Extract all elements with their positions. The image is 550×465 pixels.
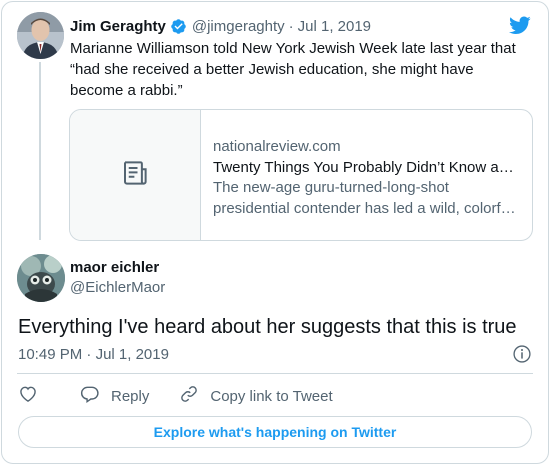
like-button[interactable] <box>18 384 38 408</box>
author-handle[interactable]: @EichlerMaor <box>70 279 165 296</box>
avatar-jim-geraghty[interactable] <box>17 12 64 59</box>
tweet-date: Jul 1, 2019 <box>95 346 169 363</box>
link-domain: nationalreview.com <box>213 138 341 155</box>
reply-icon <box>80 384 111 408</box>
thread-connector-line <box>39 62 41 240</box>
explore-twitter-button[interactable]: Explore what's happening on Twitter <box>18 416 532 448</box>
link-description: The new-age guru-turned-long-shot presid… <box>213 178 522 219</box>
tweet-time: 10:49 PM <box>18 346 83 363</box>
separator-dot: · <box>288 17 294 35</box>
parent-tweet-text: Marianne Williamson told New York Jewish… <box>70 40 516 99</box>
info-icon[interactable] <box>512 344 532 364</box>
verified-badge-icon <box>170 18 187 35</box>
twitter-bird-icon[interactable] <box>508 14 532 36</box>
reply-button[interactable]: Reply <box>80 384 149 408</box>
link-description-line-2: presidential contender has led a wild, c… <box>213 199 516 217</box>
divider <box>17 373 533 374</box>
copy-link-label: Copy link to Tweet <box>210 387 333 405</box>
tweet-timestamp[interactable]: 10:49 PM · Jul 1, 2019 <box>18 346 169 363</box>
heart-icon <box>18 384 38 408</box>
link-preview-body: nationalreview.com Twenty Things You Pro… <box>213 137 522 219</box>
link-icon <box>179 384 210 408</box>
article-icon <box>120 158 150 193</box>
link-thumbnail <box>70 110 201 240</box>
parent-author-handle[interactable]: @jimgeraghty <box>192 18 285 35</box>
link-description-line-1: The new-age guru-turned-long-shot <box>213 179 449 196</box>
avatar-maor-eichler[interactable] <box>17 254 65 302</box>
parent-tweet-header: Jim Geraghty @jimgeraghty · Jul 1, 2019 <box>70 16 371 36</box>
link-preview-card[interactable]: nationalreview.com Twenty Things You Pro… <box>69 109 533 241</box>
parent-tweet-date[interactable]: Jul 1, 2019 <box>298 18 371 35</box>
separator-dot: · <box>86 346 92 363</box>
copy-link-button[interactable]: Copy link to Tweet <box>179 384 333 408</box>
author-name[interactable]: maor eichler <box>70 259 159 276</box>
reply-label: Reply <box>111 387 150 405</box>
parent-author-name[interactable]: Jim Geraghty <box>70 18 166 35</box>
link-title: Twenty Things You Probably Didn’t Know a… <box>213 158 514 176</box>
tweet-text: Everything I've heard about her suggests… <box>18 316 517 338</box>
tweet-actions: Reply Copy link to Tweet <box>18 384 363 408</box>
